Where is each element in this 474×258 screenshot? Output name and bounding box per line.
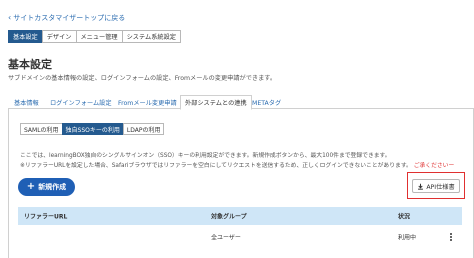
plus-icon: + — [26, 181, 36, 192]
page-description: サブドメインの基本情報の設定、ログインフォームの設定、Fromメールの変更申請が… — [8, 75, 277, 82]
row-menu-icon[interactable] — [450, 233, 452, 241]
sub-tabs: 基本情報 ログインフォーム設定 Fromメール変更申請 外部システムとの連携 M… — [8, 95, 474, 110]
table-header: リファラーURL 対象グループ 状況 — [18, 207, 462, 225]
column-header-referrer: リファラーURL — [24, 213, 68, 221]
chevron-left-icon: ‹ — [8, 13, 12, 22]
column-header-group: 対象グループ — [211, 213, 247, 221]
tab-basic-settings[interactable]: 基本設定 — [8, 30, 43, 43]
page-title: 基本設定 — [8, 58, 52, 71]
subtab-login-form[interactable]: ログインフォーム設定 — [50, 95, 112, 109]
column-header-status: 状況 — [398, 213, 411, 221]
tab-design[interactable]: デザイン — [41, 30, 77, 43]
subtab-meta-tags[interactable]: METAタグ — [252, 95, 281, 109]
subtab-from-mail[interactable]: Fromメール変更申請 — [118, 95, 177, 109]
info-text-2-body: ※リファラーURLを設定した場合、Safariブラウザではリファラーを空白にして… — [20, 163, 412, 169]
table-row: 全ユーザー 利用中 — [18, 228, 462, 246]
cell-group: 全ユーザー — [211, 234, 241, 242]
new-create-button[interactable]: + 新規作成 — [18, 178, 75, 196]
new-create-label: 新規作成 — [38, 183, 67, 191]
info-text-2: ※リファラーURLを設定した場合、Safariブラウザではリファラーを空白にして… — [20, 160, 454, 169]
subtab-external-systems[interactable]: 外部システムとの連携 — [180, 95, 252, 110]
top-tabs: 基本設定 デザイン メニュー管理 システム系統設定 — [8, 30, 181, 43]
api-spec-button[interactable]: API仕様書 — [412, 179, 460, 193]
segment-custom-sso-key[interactable]: 独自SSOキーの利用 — [61, 123, 124, 135]
segment-ldap[interactable]: LDAPの利用 — [122, 123, 165, 135]
api-spec-label: API仕様書 — [426, 183, 455, 191]
download-icon — [418, 183, 424, 190]
cell-status: 利用中 — [398, 234, 417, 242]
back-to-top-link[interactable]: ‹ サイトカスタマイザートップに戻る — [8, 13, 125, 23]
back-link-label: サイトカスタマイザートップに戻る — [13, 14, 126, 22]
subtab-basic-info[interactable]: 基本情報 — [14, 95, 39, 109]
tab-system-settings[interactable]: システム系統設定 — [121, 30, 181, 43]
segment-saml[interactable]: SAMLの利用 — [20, 123, 63, 135]
sso-mode-switch: SAMLの利用 独自SSOキーの利用 LDAPの利用 — [20, 123, 165, 135]
tab-menu-management[interactable]: メニュー管理 — [75, 30, 123, 43]
info-text-1: ここでは、learningBOX独自のシングルサインオン（SSO）キーの利用設定… — [20, 153, 391, 159]
info-text-2-link[interactable]: ご承くださいー — [414, 163, 455, 169]
